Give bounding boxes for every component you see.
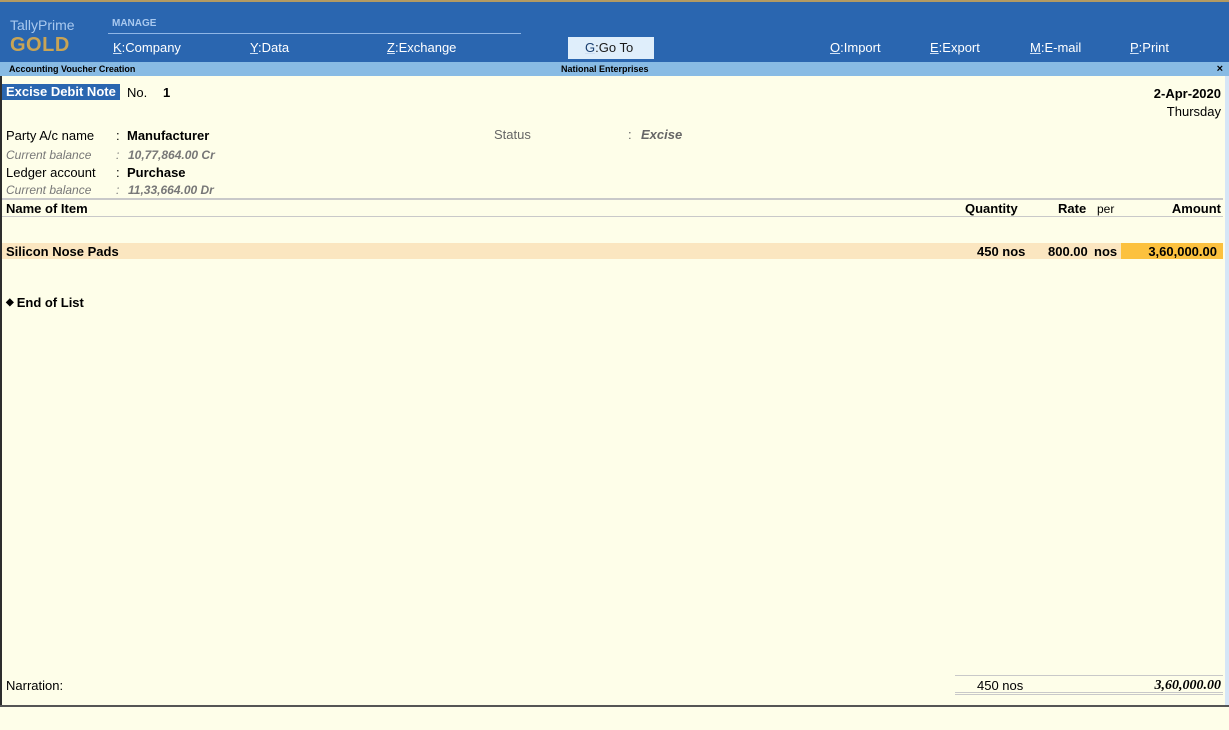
colon: :: [116, 148, 120, 162]
item-name[interactable]: Silicon Nose Pads: [6, 244, 119, 259]
menu-data[interactable]: Y:Data: [250, 40, 289, 55]
voucher-number[interactable]: 1: [163, 85, 170, 100]
colon: :: [628, 127, 632, 142]
voucher-day: Thursday: [1166, 104, 1221, 119]
hotkey: Z: [387, 40, 395, 55]
party-account-label: Party A/c name: [6, 128, 95, 143]
menu-print[interactable]: P:Print: [1130, 40, 1169, 55]
voucher-type-badge[interactable]: Excise Debit Note: [2, 84, 120, 100]
menu-label: Print: [1142, 40, 1170, 55]
col-header-per: per: [1097, 202, 1115, 216]
total-divider: [955, 692, 1223, 693]
diamond-icon: ◆: [6, 297, 14, 308]
table-header-divider: [2, 198, 1223, 200]
brand-name: TallyPrime: [10, 17, 75, 33]
item-amount[interactable]: 3,60,000.00: [1148, 244, 1217, 259]
menu-label: Data: [261, 40, 290, 55]
item-rate[interactable]: 800.00: [1048, 244, 1088, 259]
menu-label: Exchange: [398, 40, 457, 55]
top-menu-bar: TallyPrime GOLD MANAGE K:Company Y:Data …: [0, 0, 1229, 62]
menu-label: E-mail: [1044, 40, 1082, 55]
total-quantity: 450 nos: [977, 678, 1024, 693]
party-balance-label: Current balance: [6, 148, 92, 162]
menu-email[interactable]: M:E-mail: [1030, 40, 1081, 55]
menu-label: Import: [843, 40, 881, 55]
frame-border-left: [0, 76, 2, 706]
end-of-list[interactable]: ◆ End of List: [6, 295, 84, 310]
menu-go-to[interactable]: G:Go To: [568, 37, 654, 59]
menu-label: Export: [942, 40, 980, 55]
menu-label: Company: [125, 40, 181, 55]
hotkey: G: [585, 40, 596, 55]
hotkey: K: [113, 40, 122, 55]
menu-import[interactable]: O:Import: [830, 40, 881, 55]
screen-title: Accounting Voucher Creation: [9, 64, 136, 74]
col-header-rate: Rate: [1058, 201, 1087, 216]
status-label: Status: [494, 127, 531, 142]
party-account-field[interactable]: Manufacturer: [127, 128, 209, 143]
total-divider: [955, 694, 1223, 695]
total-divider: [955, 675, 1223, 676]
voucher-date[interactable]: 2-Apr-2020: [1154, 86, 1221, 101]
menu-company[interactable]: K:Company: [113, 40, 181, 55]
table-row[interactable]: Silicon Nose Pads 450 nos 800.00 nos 3,6…: [2, 243, 1223, 259]
narration-label[interactable]: Narration:: [6, 678, 63, 693]
scrollbar-track[interactable]: [1225, 76, 1229, 706]
brand-edition: GOLD: [10, 34, 70, 56]
ledger-balance-label: Current balance: [6, 183, 92, 197]
close-icon[interactable]: ×: [1217, 62, 1223, 76]
hotkey: P: [1130, 40, 1139, 55]
screen-title-bar: Accounting Voucher Creation National Ent…: [0, 62, 1229, 76]
ledger-account-field[interactable]: Purchase: [127, 165, 186, 180]
menu-export[interactable]: E:Export: [930, 40, 980, 55]
colon: :: [116, 128, 120, 143]
hotkey: E: [930, 40, 939, 55]
company-name: National Enterprises: [561, 64, 649, 74]
hotkey: O: [830, 40, 841, 55]
party-balance-value: 10,77,864.00 Cr: [128, 148, 215, 162]
menu-exchange[interactable]: Z:Exchange: [387, 40, 456, 55]
col-header-name: Name of Item: [6, 201, 88, 216]
hotkey: M: [1030, 40, 1041, 55]
manage-section-label: MANAGE: [112, 18, 157, 29]
colon: :: [116, 165, 120, 180]
col-header-quantity: Quantity: [965, 201, 1018, 216]
table-header-divider: [2, 216, 1223, 217]
ledger-balance-value: 11,33,664.00 Dr: [128, 183, 214, 197]
voucher-number-label: No.: [127, 85, 148, 100]
ledger-account-label: Ledger account: [6, 165, 96, 180]
end-of-list-label: End of List: [16, 295, 84, 310]
hotkey: Y: [250, 40, 258, 55]
col-header-amount: Amount: [1171, 201, 1221, 216]
status-value[interactable]: Excise: [641, 127, 682, 142]
item-quantity[interactable]: 450 nos: [977, 244, 1025, 259]
background-strip: [0, 707, 1229, 730]
menu-label: Go To: [598, 40, 634, 55]
item-per[interactable]: nos: [1094, 244, 1117, 259]
manage-divider: [108, 33, 521, 34]
colon: :: [116, 183, 120, 197]
